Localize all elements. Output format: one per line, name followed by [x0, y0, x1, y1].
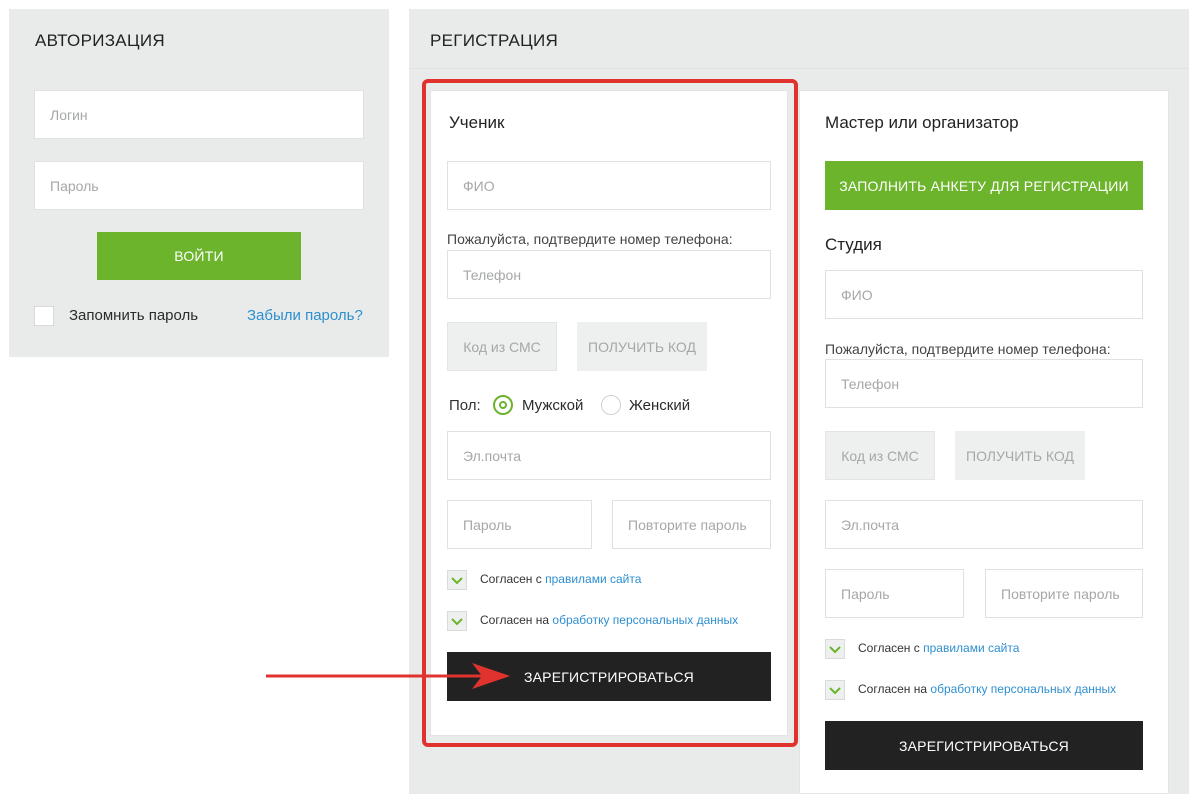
student-agree-rules-checkbox[interactable] [447, 570, 467, 590]
personal-data-link[interactable]: обработку персональных данных [930, 682, 1116, 696]
studio-agree-data-checkbox[interactable] [825, 680, 845, 700]
agree-rules-prefix: Согласен с [480, 572, 546, 586]
registration-header-divider [409, 68, 1189, 69]
studio-sms-code-input[interactable]: Код из СМС [825, 431, 935, 480]
check-icon [829, 646, 841, 654]
student-password-repeat-input[interactable]: Повторите пароль [612, 500, 771, 549]
studio-phone-input[interactable]: Телефон [825, 359, 1143, 408]
remember-checkbox[interactable] [34, 306, 54, 326]
student-agree-data-checkbox[interactable] [447, 611, 467, 631]
studio-get-code-button[interactable]: ПОЛУЧИТЬ КОД [955, 431, 1085, 480]
studio-agree-rules-text: Согласен с правилами сайта [858, 641, 1019, 655]
studio-register-button[interactable]: ЗАРЕГИСТРИРОВАТЬСЯ [825, 721, 1143, 770]
forgot-password-link[interactable]: Забыли пароль? [247, 307, 363, 324]
student-agree-data-text: Согласен на обработку персональных данны… [480, 613, 738, 627]
studio-phone-prompt: Пожалуйста, подтвердите номер телефона: [825, 341, 1111, 357]
rules-link[interactable]: правилами сайта [923, 641, 1019, 655]
agree-data-prefix: Согласен на [858, 682, 931, 696]
student-gender-label: Пол: [449, 397, 481, 414]
remember-label: Запомнить пароль [69, 307, 199, 324]
student-phone-input[interactable]: Телефон [447, 250, 771, 299]
registration-title: РЕГИСТРАЦИЯ [430, 31, 559, 50]
student-password-input[interactable]: Пароль [447, 500, 592, 549]
studio-password-input[interactable]: Пароль [825, 569, 964, 618]
studio-email-input[interactable]: Эл.почта [825, 500, 1143, 549]
check-icon [451, 577, 463, 585]
radio-selected-dot [499, 401, 507, 409]
student-get-code-button[interactable]: ПОЛУЧИТЬ КОД [577, 322, 707, 371]
agree-rules-prefix: Согласен с [858, 641, 924, 655]
gender-male-label: Мужской [522, 397, 584, 414]
login-input[interactable]: Логин [34, 90, 364, 139]
student-sms-code-input[interactable]: Код из СМС [447, 322, 557, 371]
student-title: Ученик [449, 113, 505, 132]
check-icon [451, 618, 463, 626]
studio-fio-input[interactable]: ФИО [825, 270, 1143, 319]
student-email-input[interactable]: Эл.почта [447, 431, 771, 480]
annotation-arrow-icon [266, 663, 510, 689]
gender-male-radio[interactable] [493, 395, 513, 415]
gender-female-radio[interactable] [601, 395, 621, 415]
auth-title: АВТОРИЗАЦИЯ [35, 31, 165, 50]
student-agree-rules-text: Согласен с правилами сайта [480, 572, 641, 586]
studio-agree-rules-checkbox[interactable] [825, 639, 845, 659]
student-fio-input[interactable]: ФИО [447, 161, 771, 210]
gender-female-label: Женский [629, 397, 691, 414]
login-button[interactable]: ВОЙТИ [97, 232, 301, 280]
rules-link[interactable]: правилами сайта [545, 572, 641, 586]
studio-agree-data-text: Согласен на обработку персональных данны… [858, 682, 1116, 696]
password-input[interactable]: Пароль [34, 161, 364, 210]
master-title: Мастер или организатор [825, 113, 1019, 132]
agree-data-prefix: Согласен на [480, 613, 553, 627]
student-phone-prompt: Пожалуйста, подтвердите номер телефона: [447, 231, 733, 247]
fill-form-button[interactable]: ЗАПОЛНИТЬ АНКЕТУ ДЛЯ РЕГИСТРАЦИИ [825, 161, 1143, 210]
studio-password-repeat-input[interactable]: Повторите пароль [985, 569, 1143, 618]
studio-title: Студия [825, 235, 882, 254]
check-icon [829, 687, 841, 695]
personal-data-link[interactable]: обработку персональных данных [552, 613, 738, 627]
